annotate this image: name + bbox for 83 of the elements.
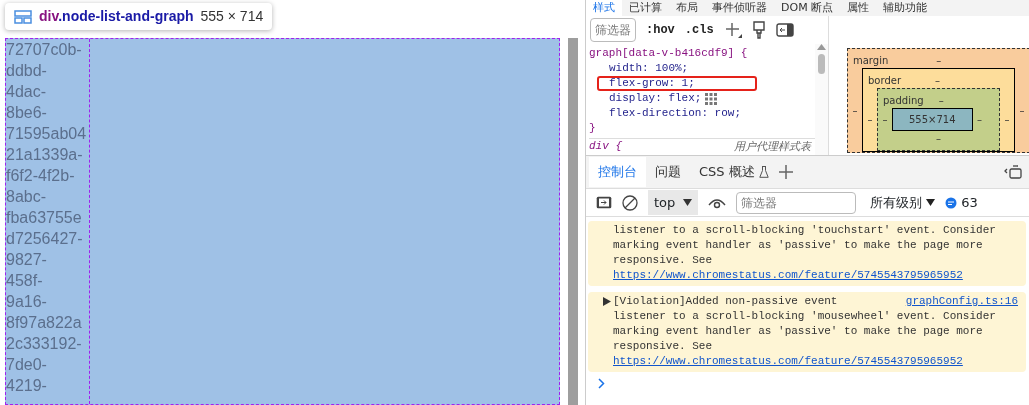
box-value: –	[866, 113, 874, 127]
message-title: [Violation]Added non-passive event	[613, 294, 838, 309]
clear-icon[interactable]	[622, 194, 638, 211]
paintbrush-icon[interactable]	[751, 21, 766, 39]
box-value: –	[935, 54, 943, 68]
node-id-text: 72707c0b-	[6, 40, 83, 60]
css-selector: graph[data-v-b416cdf9] {	[589, 46, 749, 61]
box-label: border	[867, 74, 901, 88]
node-id-text: 2c333192-	[6, 334, 83, 354]
box-value: –	[851, 103, 859, 118]
panel-tab[interactable]: 已计算	[622, 0, 669, 16]
node-id-text: 4dac-	[6, 82, 48, 102]
context-dropdown[interactable]: top	[648, 189, 699, 216]
eye-icon[interactable]	[708, 196, 727, 209]
node-id-text: 458f-	[6, 271, 44, 291]
box-label: margin	[852, 54, 889, 68]
message-icon	[945, 196, 958, 209]
dock-icon[interactable]	[1004, 165, 1022, 179]
css-declaration: flex-direction: row;	[609, 106, 742, 121]
hov-toggle[interactable]: :hov	[646, 21, 675, 39]
box-value: –	[934, 74, 941, 88]
flask-icon	[758, 166, 769, 178]
levels-dropdown[interactable]: 所有级别	[870, 192, 936, 213]
node-id-text: ddbd-	[6, 61, 48, 81]
css-declaration: display: flex;	[609, 91, 702, 106]
box-value: –	[936, 132, 941, 146]
add-icon[interactable]	[723, 21, 742, 39]
filter-field[interactable]: 筛选器	[736, 191, 857, 214]
panel-tab[interactable]: 样式	[586, 0, 622, 16]
box-value: –	[937, 94, 945, 108]
element-size: 555 × 714	[200, 7, 264, 26]
caret-icon	[683, 199, 693, 206]
stylesheet-source: 用户代理样式表	[734, 139, 811, 154]
node-id-text: f6f2-4f2b-	[6, 166, 76, 186]
source-link[interactable]: graphConfig.ts:16	[905, 294, 1018, 309]
panel-tab[interactable]: DOM 断点	[774, 0, 841, 16]
panel-tab[interactable]: 事件侦听器	[705, 0, 774, 16]
drawer-tab[interactable]: CSS 概述	[690, 157, 778, 187]
grid-badge-icon[interactable]	[705, 92, 718, 105]
drawer-tab[interactable]: 控制台	[589, 157, 646, 187]
grid-icon	[14, 9, 32, 24]
node-id-text: 8f97a822a	[6, 313, 83, 333]
node-id-text: 9827-	[6, 250, 48, 270]
node-id-text: d7256427-	[6, 229, 84, 249]
css-declaration: width: 100%;	[609, 61, 689, 76]
scrollbar-thumb[interactable]	[818, 54, 825, 74]
scroll-up-icon[interactable]	[817, 44, 826, 50]
node-id-text: 9a16-	[6, 292, 48, 312]
filter-field[interactable]: 筛选器	[590, 18, 636, 42]
node-id-text: 8abc-	[6, 187, 48, 207]
css-brace: }	[589, 121, 597, 136]
message-count: 63	[961, 193, 978, 212]
panel-tab[interactable]: 属性	[840, 0, 877, 16]
node-id-text: 7de0-	[6, 355, 48, 375]
cls-toggle[interactable]: .cls	[684, 21, 714, 39]
node-id-text: fba63755e	[6, 208, 83, 228]
node-id-text: 71595ab04	[6, 124, 88, 144]
box-value: –	[976, 113, 984, 127]
box-label: padding	[882, 94, 924, 108]
caret-icon	[926, 199, 936, 206]
element-selector: div.node-list-and-graph	[39, 7, 194, 26]
expand-triangle-icon[interactable]	[603, 297, 611, 306]
drawer-tab[interactable]: 问题	[646, 157, 690, 187]
url-link[interactable]: https://www.chromestatus.com/feature/5745543795965952	[613, 355, 963, 367]
scrollbar[interactable]	[567, 38, 578, 405]
box-value: –	[881, 113, 889, 127]
add-icon[interactable]	[777, 164, 794, 180]
css-selector: div {	[589, 139, 622, 154]
sidebar-toggle-icon[interactable]	[775, 23, 794, 37]
box-value: –	[1018, 103, 1026, 118]
panel-tab[interactable]: 辅助功能	[876, 0, 935, 16]
node-id-text: 8be6-	[6, 103, 48, 123]
prompt-chevron-icon[interactable]	[598, 378, 605, 389]
message-text: listener to a scroll-blocking 'mousewheel' event. Consider marking event handler as 'passive' to make the page more responsive. See https://www.chromestatus.com/feature/5745543795965952	[613, 309, 997, 369]
url-link[interactable]: https://www.chromestatus.com/feature/5745543795965952	[613, 269, 963, 281]
highlight-annotation: flex-grow: 1;	[597, 76, 757, 91]
content-box: 555×714	[892, 108, 973, 131]
panel-tab[interactable]: 布局	[669, 0, 705, 16]
node-id-text: 4219-	[6, 376, 48, 396]
node-id-text: 21a1339a-	[6, 145, 84, 165]
message-text: listener to a scroll-blocking 'touchstart' event. Consider marking event handler as 'passive' to make the page more responsive. See https://www.chromestatus.com/feature/5745543795965952	[613, 223, 997, 283]
sidebar-toggle-icon[interactable]	[596, 196, 612, 209]
box-value: –	[1003, 113, 1011, 127]
